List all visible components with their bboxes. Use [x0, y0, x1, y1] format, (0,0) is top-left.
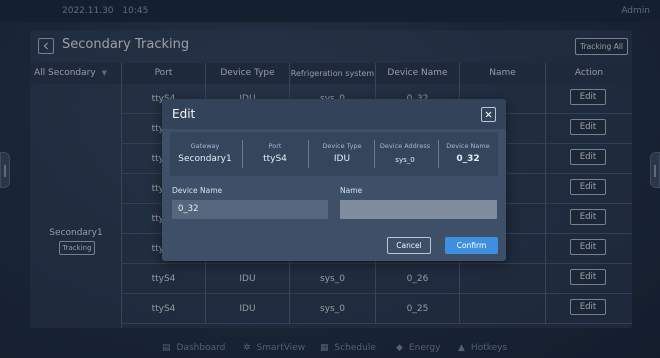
- dialog-title: Edit: [172, 107, 196, 121]
- confirm-button[interactable]: Confirm: [445, 237, 498, 254]
- info-value: 0_32: [456, 154, 480, 164]
- info-value: Secondary1: [178, 154, 232, 164]
- close-icon: [485, 111, 492, 118]
- device-info-strip: Gateway Secondary1 Port ttyS4 Device Typ…: [170, 132, 498, 176]
- info-device-address: Device Address sys_0: [374, 132, 436, 176]
- device-name-label: Device Name: [172, 186, 223, 195]
- info-label: Device Address: [379, 142, 431, 150]
- info-label: Port: [268, 142, 282, 150]
- cancel-button[interactable]: Cancel: [387, 237, 431, 254]
- divider: [308, 140, 309, 168]
- info-device-type: Device Type IDU: [310, 132, 374, 176]
- info-label: Gateway: [190, 142, 220, 150]
- info-label: Device Name: [446, 142, 490, 150]
- device-name-input[interactable]: [172, 200, 328, 219]
- info-device-name: Device Name 0_32: [438, 132, 498, 176]
- info-port: Port ttyS4: [244, 132, 306, 176]
- info-gateway: Gateway Secondary1: [170, 132, 240, 176]
- dialog-header: Edit: [162, 99, 506, 129]
- name-input[interactable]: [340, 200, 497, 219]
- name-label: Name: [340, 186, 363, 195]
- info-value: sys_0: [395, 156, 415, 164]
- divider: [242, 140, 243, 168]
- info-value: IDU: [333, 154, 351, 164]
- close-button[interactable]: [481, 107, 496, 122]
- info-label: Device Type: [322, 142, 362, 150]
- edit-dialog: Edit Gateway Secondary1 Port ttyS4 Devic…: [162, 99, 506, 261]
- info-value: ttyS4: [263, 154, 287, 164]
